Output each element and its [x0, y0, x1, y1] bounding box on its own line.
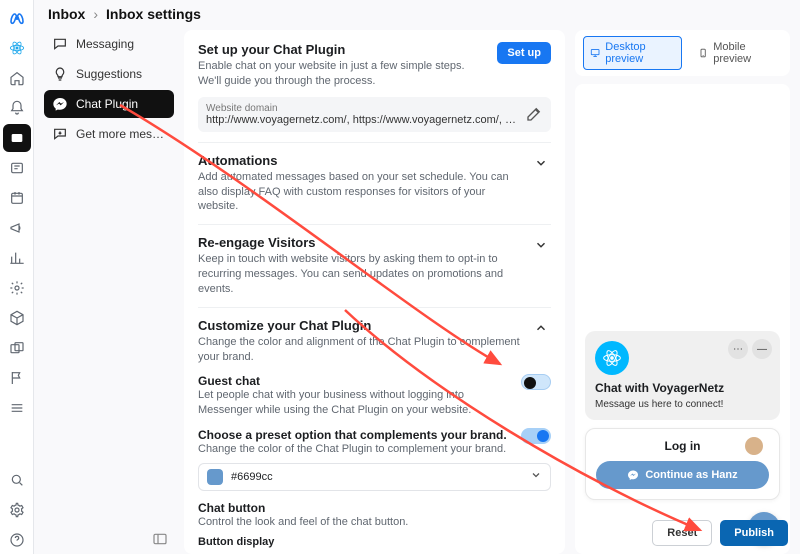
button-display-label: Button display: [198, 536, 551, 548]
color-select[interactable]: #6699cc: [198, 463, 551, 491]
website-domain-field[interactable]: Website domain http://www.voyagernetz.co…: [198, 97, 551, 132]
bell-icon[interactable]: [3, 94, 31, 122]
section-customize: Customize your Chat Plugin Change the co…: [198, 318, 551, 554]
left-icon-rail: [0, 0, 34, 554]
guest-chat-title: Guest chat: [198, 374, 513, 388]
section-title: Customize your Chat Plugin: [198, 318, 523, 333]
chat-button-desc: Control the look and feel of the chat bu…: [198, 515, 551, 530]
guest-chat-row: Guest chat Let people chat with your bus…: [198, 374, 551, 418]
rail-react-icon[interactable]: [3, 34, 31, 62]
chat-title: Chat with VoyagerNetz: [595, 381, 770, 395]
tab-label: Mobile preview: [713, 41, 776, 65]
continue-as-button[interactable]: Continue as Hanz: [596, 461, 769, 489]
section-desc: Change the color and alignment of the Ch…: [198, 335, 523, 365]
sidebar-item-chat-plugin[interactable]: Chat Plugin: [44, 90, 174, 118]
section-title: Re-engage Visitors: [198, 235, 523, 250]
preset-row: Choose a preset option that complements …: [198, 428, 551, 457]
domain-value: http://www.voyagernetz.com/, https://www…: [206, 114, 517, 126]
guest-chat-toggle[interactable]: [521, 374, 551, 390]
breadcrumb-root[interactable]: Inbox: [48, 6, 85, 22]
preset-title: Choose a preset option that complements …: [198, 428, 513, 442]
preview-tabs: Desktop preview Mobile preview: [575, 30, 790, 76]
section-title: Automations: [198, 153, 523, 168]
chevron-down-icon[interactable]: [531, 153, 551, 173]
sidebar-item-label: Get more mess…: [76, 127, 166, 141]
sidebar-item-label: Messaging: [76, 37, 134, 51]
section-setup: Set up your Chat Plugin Enable chat on y…: [198, 42, 551, 143]
section-automations: Automations Add automated messages based…: [198, 153, 551, 226]
meta-logo[interactable]: [3, 4, 31, 32]
lightbulb-icon: [52, 66, 68, 82]
color-swatch-icon: [207, 469, 223, 485]
preset-desc: Change the color of the Chat Plugin to c…: [198, 442, 513, 457]
settings-panel: Set up your Chat Plugin Enable chat on y…: [184, 30, 565, 554]
section-desc: Enable chat on your website in just a fe…: [198, 59, 489, 89]
color-hex-value: #6699cc: [231, 471, 522, 483]
business-avatar: [595, 341, 629, 375]
domain-label: Website domain: [206, 103, 517, 114]
tab-label: Desktop preview: [605, 41, 675, 65]
sidebar-item-get-more[interactable]: Get more mess…: [44, 120, 174, 148]
chat-bubble-icon: [52, 36, 68, 52]
chat-login-card: Log in Continue as Hanz: [585, 428, 780, 500]
edit-icon[interactable]: [525, 105, 543, 123]
sidebar-item-label: Chat Plugin: [76, 97, 138, 111]
home-icon[interactable]: [3, 64, 31, 92]
megaphone-icon[interactable]: [3, 214, 31, 242]
inbox-icon[interactable]: [3, 124, 31, 152]
more-icon[interactable]: ⋯: [728, 339, 748, 359]
collapse-icon[interactable]: [146, 527, 174, 554]
preview-stage: ⋯ — Chat with VoyagerNetz Message us her…: [575, 84, 790, 554]
chat-widget-preview: ⋯ — Chat with VoyagerNetz Message us her…: [585, 331, 780, 544]
mobile-icon: [698, 47, 708, 59]
cards-icon[interactable]: [3, 334, 31, 362]
setup-button[interactable]: Set up: [497, 42, 551, 64]
flag-icon[interactable]: [3, 364, 31, 392]
chat-button-row: Chat button Control the look and feel of…: [198, 501, 551, 548]
search-icon[interactable]: [3, 466, 31, 494]
chevron-right-icon: ›: [93, 6, 98, 22]
sidebar-item-label: Suggestions: [76, 67, 142, 81]
sidebar-item-messaging[interactable]: Messaging: [44, 30, 174, 58]
settings-icon[interactable]: [3, 496, 31, 524]
tab-desktop-preview[interactable]: Desktop preview: [583, 36, 682, 70]
minimize-icon[interactable]: —: [752, 339, 772, 359]
sidebar-item-suggestions[interactable]: Suggestions: [44, 60, 174, 88]
chevron-down-icon: [530, 469, 542, 484]
preset-toggle[interactable]: [521, 428, 551, 444]
gear-icon[interactable]: [3, 274, 31, 302]
breadcrumb-current: Inbox settings: [106, 6, 201, 22]
breadcrumb: Inbox › Inbox settings: [34, 0, 800, 28]
cube-icon[interactable]: [3, 304, 31, 332]
section-desc: Keep in touch with website visitors by a…: [198, 252, 523, 297]
chat-greeting: Message us here to connect!: [595, 399, 770, 410]
messenger-icon: [52, 96, 68, 112]
preview-column: Desktop preview Mobile preview ⋯ —: [575, 30, 790, 554]
user-avatar[interactable]: [745, 437, 763, 455]
guest-chat-desc: Let people chat with your business witho…: [198, 388, 513, 418]
publish-button[interactable]: Publish: [720, 520, 788, 546]
section-reengage: Re-engage Visitors Keep in touch with we…: [198, 235, 551, 308]
calendar-icon[interactable]: [3, 184, 31, 212]
chevron-down-icon[interactable]: [531, 235, 551, 255]
login-label: Log in: [665, 439, 701, 453]
post-icon[interactable]: [3, 154, 31, 182]
continue-label: Continue as Hanz: [645, 469, 737, 481]
footer-actions: Reset Publish: [652, 520, 788, 546]
chart-icon[interactable]: [3, 244, 31, 272]
chevron-up-icon[interactable]: [531, 318, 551, 338]
messenger-icon: [627, 469, 639, 481]
download-icon: [52, 126, 68, 142]
chat-button-title: Chat button: [198, 501, 551, 515]
chat-header: ⋯ — Chat with VoyagerNetz Message us her…: [585, 331, 780, 420]
menu-icon[interactable]: [3, 394, 31, 422]
help-icon[interactable]: [3, 526, 31, 554]
settings-sidebar: Messaging Suggestions Chat Plugin Get mo…: [44, 30, 174, 554]
desktop-icon: [590, 47, 600, 59]
section-title: Set up your Chat Plugin: [198, 42, 489, 57]
tab-mobile-preview[interactable]: Mobile preview: [692, 37, 782, 69]
reset-button[interactable]: Reset: [652, 520, 712, 546]
section-desc: Add automated messages based on your set…: [198, 170, 523, 215]
